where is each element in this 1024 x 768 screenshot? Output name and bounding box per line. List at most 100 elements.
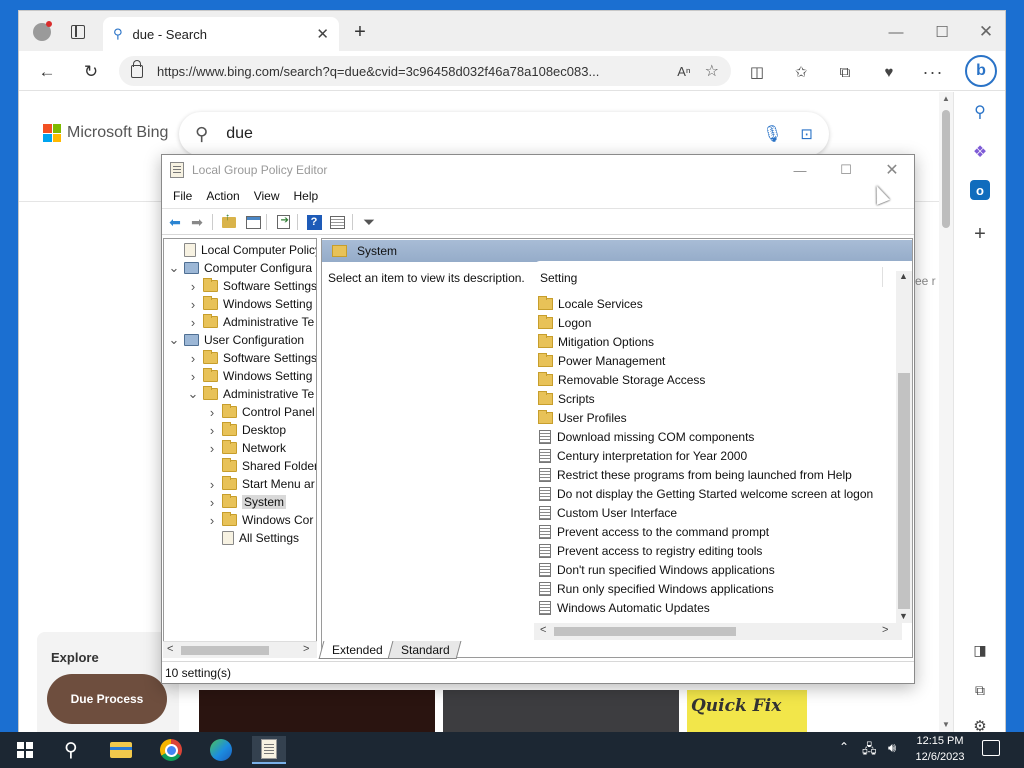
menu-action[interactable]: Action xyxy=(201,189,244,203)
settings-list-item[interactable]: Century interpretation for Year 2000 xyxy=(538,446,747,465)
scrollbar-thumb[interactable] xyxy=(942,110,950,228)
expand-chevron-icon[interactable]: › xyxy=(206,423,218,438)
add-sidebar-icon[interactable]: + xyxy=(968,222,992,246)
volume-icon[interactable]: 🔊︎ xyxy=(888,740,896,756)
tree-item[interactable]: › Administrative Te xyxy=(164,313,316,331)
tree-horizontal-scrollbar[interactable]: < > xyxy=(163,641,317,658)
settings-list-item[interactable]: Windows Automatic Updates xyxy=(538,598,710,617)
profile-button[interactable] xyxy=(29,19,55,45)
show-hide-tree-icon[interactable] xyxy=(244,213,262,231)
tree-item[interactable]: ⌄ User Configuration xyxy=(164,331,316,349)
open-external-icon[interactable]: ⧉ xyxy=(968,678,992,702)
expand-chevron-icon[interactable]: › xyxy=(187,297,199,312)
outlook-icon[interactable]: o xyxy=(970,180,990,200)
column-header-setting[interactable]: Setting xyxy=(540,271,577,285)
scroll-left-icon[interactable]: < xyxy=(540,624,546,636)
image-result-1[interactable] xyxy=(199,690,435,732)
tree-item[interactable]: › Windows Setting xyxy=(164,295,316,313)
gpedit-minimize-button[interactable]: — xyxy=(786,159,814,181)
scrollbar-thumb[interactable] xyxy=(181,646,269,655)
tree-item[interactable]: › Control Panel xyxy=(164,403,316,421)
tree-item[interactable]: › Software Settings xyxy=(164,277,316,295)
bing-copilot-button[interactable]: b xyxy=(965,55,997,87)
hide-sidebar-icon[interactable]: ◨ xyxy=(968,638,992,662)
notification-center-icon[interactable] xyxy=(982,740,1000,756)
tab-actions-icon[interactable] xyxy=(65,19,91,45)
network-icon[interactable]: 🖧 xyxy=(862,740,877,762)
settings-list-item[interactable]: Download missing COM components xyxy=(538,427,754,446)
settings-list-item[interactable]: Removable Storage Access xyxy=(538,370,705,389)
tab-standard[interactable]: Standard xyxy=(387,641,461,659)
scrollbar-thumb[interactable] xyxy=(554,627,736,636)
expand-chevron-icon[interactable]: › xyxy=(206,405,218,420)
collapse-chevron-icon[interactable]: ⌄ xyxy=(187,386,199,402)
new-tab-button[interactable]: + xyxy=(347,19,373,45)
microphone-icon[interactable]: 🎙︎ xyxy=(762,124,782,144)
favorites-icon[interactable]: ✩ xyxy=(789,60,813,84)
tree-pane[interactable]: Local Computer Policy ⌄ Computer Configura… xyxy=(163,238,317,658)
split-screen-icon[interactable]: ◫ xyxy=(745,60,769,84)
close-window-button[interactable]: ✕ xyxy=(975,21,997,43)
favorite-star-icon[interactable]: ☆ xyxy=(705,61,719,81)
scroll-down-icon[interactable]: ▼ xyxy=(942,720,950,729)
due-process-thumbnail[interactable]: Due Process xyxy=(47,674,167,724)
bing-search-box[interactable]: ⚲ due 🎙︎ ⊡ xyxy=(179,112,829,156)
refresh-button[interactable]: ↻ xyxy=(77,58,105,86)
tree-item[interactable]: › System xyxy=(164,493,316,511)
taskbar-search-icon[interactable]: ⚲ xyxy=(54,736,88,764)
expand-chevron-icon[interactable]: › xyxy=(187,351,199,366)
expand-chevron-icon[interactable]: › xyxy=(187,369,199,384)
more-options-icon[interactable]: ··· xyxy=(921,60,945,84)
back-arrow-icon[interactable]: ⬅ xyxy=(166,213,184,231)
group-policy-taskbar-icon[interactable] xyxy=(252,736,286,764)
image-result-quick-fix[interactable]: Quick Fix xyxy=(687,690,807,732)
visual-search-icon[interactable]: ⊡ xyxy=(800,125,813,143)
gpedit-titlebar[interactable]: Local Group Policy Editor — ☐ ✕ xyxy=(162,155,914,185)
copilot-icon[interactable]: ❖ xyxy=(968,140,992,164)
tree-item[interactable]: › Software Settings xyxy=(164,349,316,367)
close-tab-icon[interactable]: ✕ xyxy=(316,25,329,43)
tree-item[interactable]: ⌄ Administrative Te xyxy=(164,385,316,403)
tree-item[interactable]: ⌄ Computer Configura xyxy=(164,259,316,277)
url-text[interactable]: https://www.bing.com/search?q=due&cvid=3… xyxy=(157,64,667,79)
lock-icon[interactable] xyxy=(131,59,143,78)
tree-item[interactable]: › Start Menu ar xyxy=(164,475,316,493)
collections-icon[interactable]: ⧉ xyxy=(833,60,857,84)
url-field[interactable]: https://www.bing.com/search?q=due&cvid=3… xyxy=(119,56,731,86)
performance-icon[interactable]: ♥ xyxy=(877,60,901,84)
column-divider[interactable] xyxy=(882,267,883,287)
tree-item[interactable]: › Desktop xyxy=(164,421,316,439)
menu-file[interactable]: File xyxy=(168,189,197,203)
expand-chevron-icon[interactable]: › xyxy=(187,315,199,330)
settings-list-item[interactable]: Run only specified Windows applications xyxy=(538,579,774,598)
gpedit-maximize-button[interactable]: ☐ xyxy=(832,159,860,181)
clock[interactable]: 12:15 PM 12/6/2023 xyxy=(910,733,970,765)
tree-item[interactable]: Local Computer Policy xyxy=(164,241,316,259)
image-result-2[interactable] xyxy=(443,690,679,732)
scroll-down-icon[interactable]: ▼ xyxy=(899,611,908,621)
see-more-fragment[interactable]: ee r xyxy=(915,274,936,288)
tree-item[interactable]: › Network xyxy=(164,439,316,457)
start-button[interactable] xyxy=(8,736,42,764)
page-scrollbar[interactable]: ▲ ▼ xyxy=(939,92,953,732)
show-hidden-icons-icon[interactable]: ⌃ xyxy=(839,740,849,754)
minimize-button[interactable]: — xyxy=(885,21,907,43)
scroll-right-icon[interactable]: > xyxy=(882,624,888,636)
maximize-button[interactable]: ☐ xyxy=(931,21,953,43)
expand-chevron-icon[interactable]: › xyxy=(206,495,218,510)
tree-item[interactable]: › Windows Cor xyxy=(164,511,316,529)
expand-chevron-icon[interactable]: › xyxy=(187,279,199,294)
help-icon[interactable]: ? xyxy=(305,213,323,231)
collapse-chevron-icon[interactable]: ⌄ xyxy=(168,332,180,348)
up-one-level-icon[interactable] xyxy=(220,212,238,231)
expand-chevron-icon[interactable]: › xyxy=(206,477,218,492)
scrollbar-thumb[interactable] xyxy=(898,373,910,609)
gpedit-close-button[interactable]: ✕ xyxy=(878,159,906,181)
settings-list-item[interactable]: User Profiles xyxy=(538,408,627,427)
sidebar-search-icon[interactable]: ⚲ xyxy=(968,100,992,124)
settings-list-item[interactable]: Do not display the Getting Started welco… xyxy=(538,484,873,503)
settings-list-item[interactable]: Don't run specified Windows applications xyxy=(538,560,775,579)
filter-icon[interactable]: ⏷ xyxy=(360,213,378,231)
edge-icon[interactable] xyxy=(204,736,238,764)
scroll-right-icon[interactable]: > xyxy=(303,643,309,655)
